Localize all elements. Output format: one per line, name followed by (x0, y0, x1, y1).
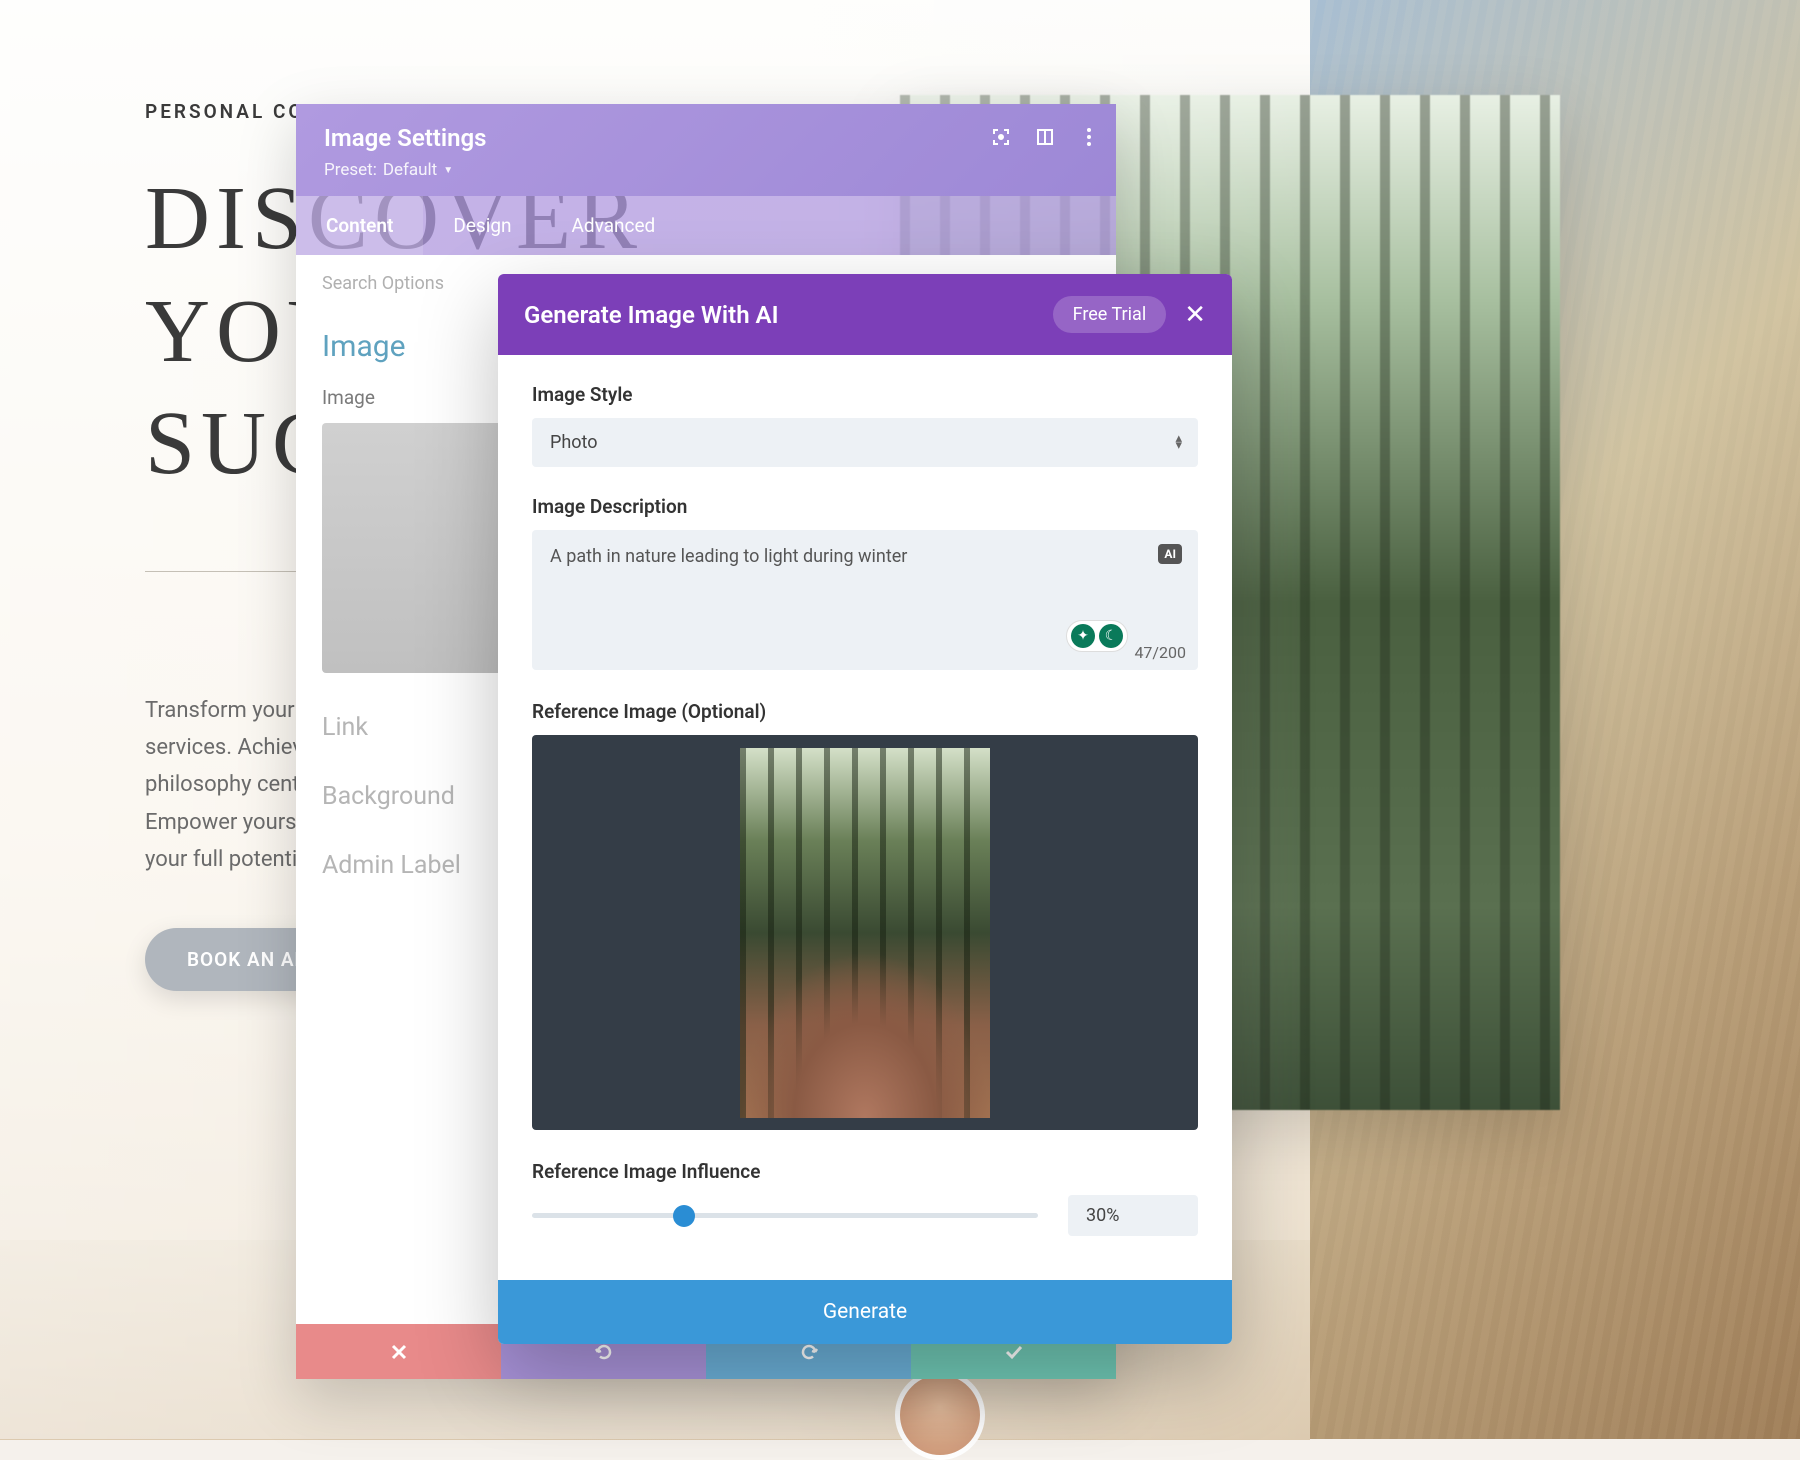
divider-line (145, 571, 305, 572)
settings-title: Image Settings (324, 124, 1088, 152)
ai-modal-title: Generate Image With AI (524, 301, 778, 329)
image-style-select[interactable]: Photo ▴▾ (532, 418, 1198, 467)
close-icon[interactable]: ✕ (1184, 300, 1206, 330)
split-view-icon[interactable] (1034, 126, 1056, 148)
select-arrows-icon: ▴▾ (1175, 435, 1182, 451)
tab-design[interactable]: Design (423, 196, 541, 255)
dark-mode-icon: ☾ (1099, 624, 1123, 648)
image-description-label: Image Description (532, 495, 1198, 518)
image-style-label: Image Style (532, 383, 1198, 406)
more-icon[interactable] (1078, 126, 1100, 148)
influence-label: Reference Image Influence (532, 1160, 1198, 1183)
light-mode-icon: ✦ (1071, 624, 1095, 648)
ai-assist-icon[interactable]: AI (1158, 544, 1182, 564)
image-style-value: Photo (550, 432, 598, 453)
image-description-textarea[interactable]: A path in nature leading to light during… (532, 530, 1198, 670)
reference-image-preview[interactable] (532, 735, 1198, 1130)
influence-slider[interactable] (532, 1213, 1038, 1218)
slider-thumb[interactable] (673, 1205, 695, 1227)
preset-label: Preset: (324, 160, 377, 180)
settings-header: Image Settings Preset: Default ▼ (296, 104, 1116, 196)
generate-ai-modal: Generate Image With AI Free Trial ✕ Imag… (498, 274, 1232, 1344)
chevron-down-icon: ▼ (443, 165, 453, 176)
ai-modal-body: Image Style Photo ▴▾ Image Description A… (498, 355, 1232, 1280)
influence-value-input[interactable]: 30% (1068, 1195, 1198, 1236)
free-trial-badge[interactable]: Free Trial (1053, 296, 1167, 333)
settings-tabs: Content Design Advanced (296, 196, 1116, 255)
char-counter: 47/200 (1134, 643, 1186, 662)
preset-value: Default (383, 160, 437, 180)
theme-toggle[interactable]: ✦ ☾ (1066, 620, 1128, 652)
generate-button[interactable]: Generate (498, 1280, 1232, 1344)
profile-avatar (895, 1370, 985, 1460)
image-description-value: A path in nature leading to light during… (550, 546, 907, 567)
ai-modal-header: Generate Image With AI Free Trial ✕ (498, 274, 1232, 355)
preset-dropdown[interactable]: Preset: Default ▼ (324, 160, 1088, 180)
tab-content[interactable]: Content (296, 196, 423, 255)
reference-image (740, 748, 990, 1118)
tab-advanced[interactable]: Advanced (542, 196, 686, 255)
cancel-button[interactable] (296, 1324, 501, 1379)
reference-image-label: Reference Image (Optional) (532, 700, 1198, 723)
influence-slider-row: 30% (532, 1195, 1198, 1236)
focus-icon[interactable] (990, 126, 1012, 148)
